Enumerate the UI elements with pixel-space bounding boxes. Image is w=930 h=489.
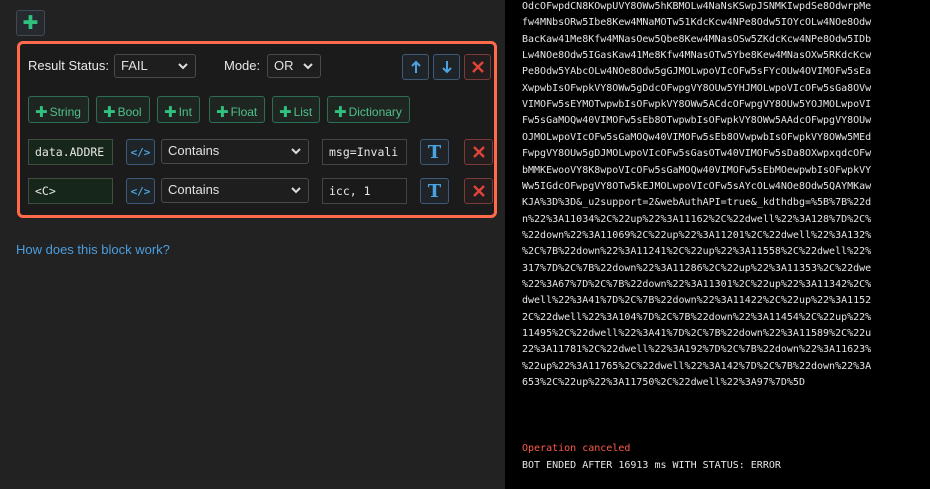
plus-icon: ✚ xyxy=(35,103,48,121)
condition-variable-input[interactable]: data.ADDRE xyxy=(28,139,113,165)
console-line: %22up%22%3A11765%2C%22dwell%22%3A142%7D%… xyxy=(522,360,872,372)
plus-icon: ✚ xyxy=(22,11,39,34)
console-line: fw4MNbsORw5Ibe8Kew4MNaMOTw51KdcKcw4NPe8O… xyxy=(522,17,872,29)
add-block-button[interactable]: ✚ xyxy=(16,10,45,36)
comparison-value: Contains xyxy=(168,143,220,158)
remove-block-button[interactable] xyxy=(464,54,491,80)
console-line: VIMOFw5sEYMOTwpwbIsOFwpkVY8OWw5ACdcOFwpg… xyxy=(522,99,872,111)
console-line: OJMOLwpoVIcOFw5sGaMOQw40VIMOFw5sEb8OVwpw… xyxy=(522,131,872,143)
result-status-value: FAIL xyxy=(121,58,148,73)
mode-label: Mode: xyxy=(224,58,261,73)
close-icon xyxy=(471,61,484,73)
add-dictionary-condition-button[interactable]: ✚ Dictionary xyxy=(327,96,410,123)
move-down-button[interactable] xyxy=(433,54,460,80)
chevron-down-icon xyxy=(303,63,313,70)
chevron-down-icon xyxy=(178,63,188,70)
console-line: 2C%22dwell%22%3A104%7D%2C%7B%22down%22%3… xyxy=(522,311,872,323)
type-button-label: Float xyxy=(230,105,258,119)
plus-icon: ✚ xyxy=(103,103,116,121)
type-button-label: List xyxy=(293,105,313,119)
console-line: KJA%3D%3D&_u2support=2&webAuthAPI=true&_… xyxy=(522,197,872,209)
comparison-select[interactable]: Contains xyxy=(161,139,309,164)
chevron-down-icon xyxy=(291,187,301,194)
console-line: 317%7D%2C%7B%22down%22%3A11286%2C%22up%2… xyxy=(522,262,872,274)
result-status-select[interactable]: FAIL xyxy=(114,54,196,78)
plus-icon: ✚ xyxy=(164,103,177,121)
console-status-line: BOT ENDED AFTER 16913 ms WITH STATUS: ER… xyxy=(522,460,781,471)
status-mode-row: Result Status: FAIL Mode: OR xyxy=(28,54,491,80)
console-line: XwpwbIsOFwpkVY8OWw5gDdcOFwpgVY8OUw5YHJMO… xyxy=(522,82,872,94)
console-line: Fw5sGaMOQw40VIMOFw5sEb8OTwpwbIsOFwpkVY8O… xyxy=(522,115,872,127)
move-up-button[interactable] xyxy=(402,54,429,80)
plus-icon: ✚ xyxy=(279,103,292,121)
text-icon[interactable]: T xyxy=(420,178,449,204)
console-line: %2C%7B%22down%22%3A11241%2C%22up%22%3A11… xyxy=(522,246,872,258)
add-int-condition-button[interactable]: ✚ Int xyxy=(157,96,200,123)
console-line: FwpgVY8OUw5gDJMOLwpoVIcOFw5sGasOTw40VIMO… xyxy=(522,148,872,160)
console-line: bMMKEwooVY8K8wpoVIcOFw5sGaMOQw40VIMOFw5s… xyxy=(522,164,872,176)
debugger-console: OdcOFwpdCN8KOwpUVY8OWw5hKBMOLw4NaNsKSwpJ… xyxy=(505,0,930,489)
console-line: %22%3A67%7D%2C%7B%22down%22%3A11301%2C%2… xyxy=(522,278,872,290)
arrow-up-icon xyxy=(410,60,421,73)
type-button-label: Int xyxy=(178,105,192,119)
console-line: %22down%22%3A11069%2C%22up%22%3A11201%2C… xyxy=(522,229,872,241)
console-line: Pe8Odw5YAbcOLw4NOe8Odw5gGJMOLwpoVIcOFw5s… xyxy=(522,66,872,78)
result-status-label: Result Status: xyxy=(28,58,109,73)
mode-value: OR xyxy=(274,58,294,73)
add-string-condition-button[interactable]: ✚ String xyxy=(28,96,89,123)
type-button-label: Bool xyxy=(117,105,142,119)
keycheck-block-panel: Result Status: FAIL Mode: OR ✚ String ✚ Bo xyxy=(17,41,497,218)
remove-condition-button[interactable] xyxy=(464,178,493,204)
type-button-label: Dictionary xyxy=(348,105,402,119)
add-bool-condition-button[interactable]: ✚ Bool xyxy=(96,96,150,123)
condition-variable-input[interactable]: <C> xyxy=(28,178,113,204)
console-line: BacKaw41Me8Kfw4MNasOew5Qbe8Kew4MNasOSw5Z… xyxy=(522,33,872,45)
condition-value-input[interactable]: icc, 1 xyxy=(322,178,407,204)
console-line: Lw4NOe8Odw5IGasKaw41Me8Kfw4MNasOTw5Ybe8K… xyxy=(522,50,872,62)
code-icon[interactable]: </> xyxy=(126,178,155,204)
condition-row: <C> </> Contains icc, 1 T xyxy=(28,178,496,206)
plus-icon: ✚ xyxy=(334,103,347,121)
text-icon[interactable]: T xyxy=(420,139,449,165)
console-error-line: Operation canceled xyxy=(522,443,631,454)
console-line: 11495%2C%22dwell%22%3A41%7D%2C%7B%22down… xyxy=(522,328,872,339)
condition-row: data.ADDRE </> Contains msg=Invali T xyxy=(28,139,496,167)
plus-icon: ✚ xyxy=(216,103,229,121)
console-line: 653%2C%22up%22%3A11750%2C%22dwell%22%3A9… xyxy=(522,377,805,389)
condition-value-input[interactable]: msg=Invali xyxy=(322,139,407,165)
block-editor-pane: ✚ Result Status: FAIL Mode: OR ✚ String … xyxy=(0,0,505,489)
code-icon[interactable]: </> xyxy=(126,139,155,165)
add-list-condition-button[interactable]: ✚ List xyxy=(272,96,321,123)
comparison-select[interactable]: Contains xyxy=(161,178,309,203)
close-icon xyxy=(472,185,485,197)
console-line: OdcOFwpdCN8KOwpUVY8OWw5hKBMOLw4NaNsKSwpJ… xyxy=(522,1,872,12)
close-icon xyxy=(472,146,485,158)
arrow-down-icon xyxy=(441,61,452,74)
add-float-condition-button[interactable]: ✚ Float xyxy=(209,96,266,123)
comparison-value: Contains xyxy=(168,182,220,197)
help-link[interactable]: How does this block work? xyxy=(16,242,170,257)
console-line: n%22%3A11034%2C%22up%22%3A11162%2C%22dwe… xyxy=(522,213,872,225)
mode-select[interactable]: OR xyxy=(267,54,321,78)
type-button-label: String xyxy=(49,105,81,119)
console-line: dwell%22%3A41%7D%2C%7B%22down%22%3A11422… xyxy=(522,295,872,307)
chevron-down-icon xyxy=(291,148,301,155)
console-line: Ww5IGdcOFwpgVY8OTw5kEJMOLwpoVIcOFw5sAYcO… xyxy=(522,180,872,192)
console-line: 22%3A11781%2C%22dwell%22%3A192%7D%2C%7B%… xyxy=(522,344,872,356)
remove-condition-button[interactable] xyxy=(464,139,493,165)
